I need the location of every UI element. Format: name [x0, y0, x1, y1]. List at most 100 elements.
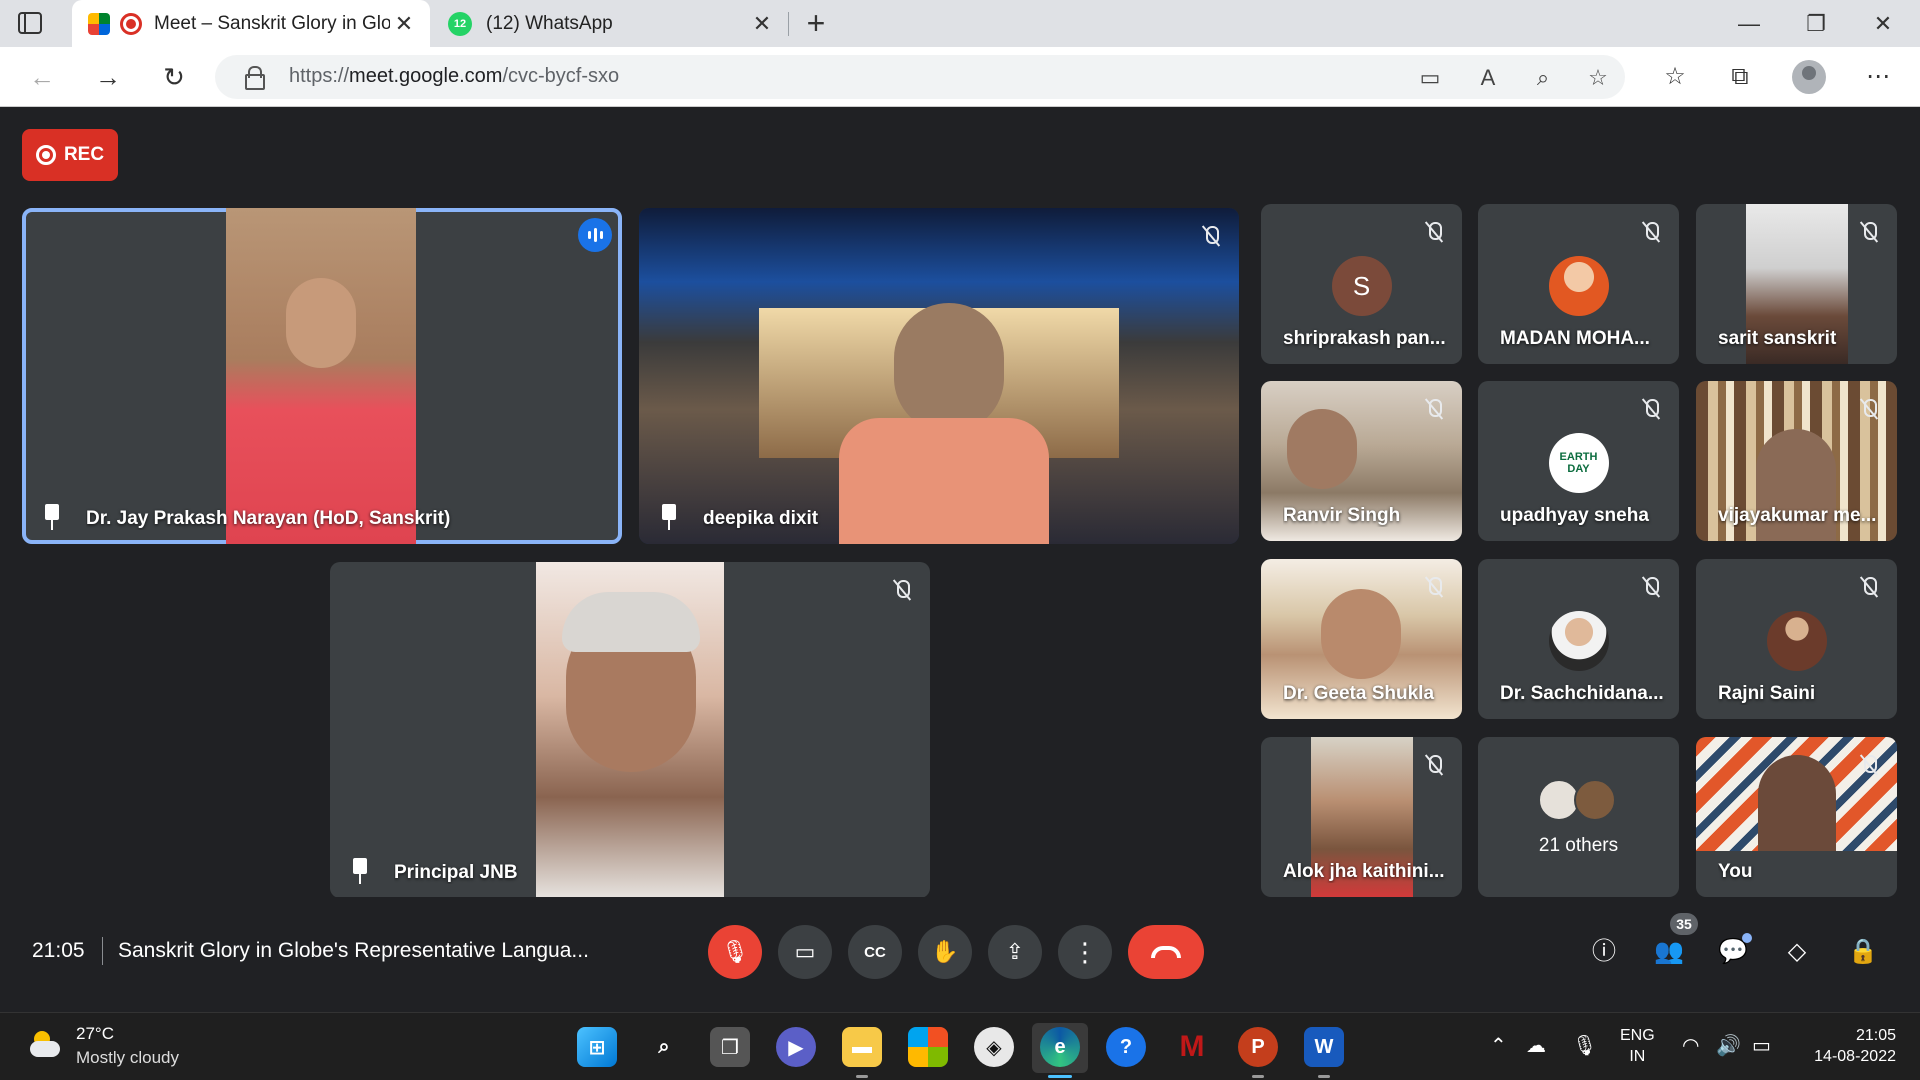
add-favorite-icon[interactable]: ☆: [1583, 63, 1613, 93]
battery-icon[interactable]: ▭: [1752, 1033, 1771, 1058]
pin-icon[interactable]: [657, 504, 681, 532]
url-input[interactable]: https://meet.google.com/cvc-bycf-sxo ▭ A…: [215, 55, 1625, 99]
raise-hand-button[interactable]: ✋: [918, 925, 972, 979]
camera-button[interactable]: ▭: [778, 925, 832, 979]
more-options-icon[interactable]: ⋯: [1858, 57, 1898, 97]
participant-name: shriprakash pan...: [1283, 328, 1446, 349]
participant-name: Alok jha kaithini...: [1283, 861, 1445, 882]
participant-name: Rajni Saini: [1718, 683, 1816, 704]
reload-icon[interactable]: ↻: [154, 57, 194, 97]
close-tab-icon[interactable]: ✕: [748, 11, 776, 37]
microsoft-store-icon[interactable]: [908, 1027, 948, 1067]
pin-icon[interactable]: [40, 504, 64, 532]
more-options-button[interactable]: ⋮: [1058, 925, 1112, 979]
participant-tile[interactable]: Dr. Geeta Shukla: [1261, 559, 1462, 719]
windows-taskbar: 27°C Mostly cloudy ⊞ ⌕ ❐ ▶ ▬ ◈ e ? M P W…: [0, 1012, 1920, 1080]
muted-mic-icon: [1855, 218, 1883, 246]
edge-browser-icon[interactable]: e: [1040, 1027, 1080, 1067]
profile-avatar[interactable]: [1792, 60, 1826, 94]
close-tab-icon[interactable]: ✕: [390, 11, 418, 37]
google-meet-favicon-icon: [88, 12, 110, 35]
favorites-icon[interactable]: ☆: [1655, 57, 1695, 97]
divider: [102, 937, 103, 965]
participant-tile[interactable]: S shriprakash pan...: [1261, 204, 1462, 364]
pin-icon[interactable]: [348, 858, 372, 886]
mcafee-icon[interactable]: M: [1172, 1027, 1212, 1067]
participant-tile[interactable]: Dr. Jay Prakash Narayan (HoD, Sanskrit): [22, 208, 622, 544]
show-hidden-icons-icon[interactable]: ⌃: [1490, 1033, 1507, 1058]
participant-name: Dr. Jay Prakash Narayan (HoD, Sanskrit): [86, 508, 451, 529]
avatar: [1766, 611, 1827, 671]
others-avatars: [1537, 779, 1620, 821]
muted-mic-icon: [1420, 751, 1448, 779]
hang-up-icon: [1151, 946, 1181, 958]
tab-title: (12) WhatsApp: [486, 12, 613, 34]
app-icon[interactable]: ◈: [974, 1027, 1014, 1067]
minimize-icon[interactable]: —: [1720, 0, 1778, 47]
participant-tile[interactable]: deepika dixit: [639, 208, 1239, 544]
powerpoint-icon[interactable]: P: [1238, 1027, 1278, 1067]
input-language[interactable]: ENG IN: [1620, 1025, 1655, 1067]
volume-icon[interactable]: 🔊: [1716, 1033, 1741, 1058]
task-view-icon[interactable]: ❐: [710, 1027, 750, 1067]
participant-tile[interactable]: vijayakumar me...: [1696, 381, 1897, 541]
people-count-badge: 35: [1670, 913, 1698, 935]
captions-button[interactable]: CC: [848, 925, 902, 979]
present-screen-button[interactable]: ⇪: [988, 925, 1042, 979]
avatar: [1573, 779, 1616, 821]
chat-notification-dot: [1742, 933, 1752, 943]
new-tab-icon[interactable]: +: [798, 4, 834, 42]
microphone-icon[interactable]: 🎙: [1572, 1033, 1597, 1058]
self-tile[interactable]: You: [1696, 737, 1897, 897]
onedrive-icon[interactable]: ☁: [1526, 1033, 1546, 1058]
host-controls-icon[interactable]: 🔒: [1844, 933, 1882, 971]
participant-tile[interactable]: Rajni Saini: [1696, 559, 1897, 719]
camera-in-use-icon[interactable]: ▭: [1415, 63, 1445, 93]
forward-icon[interactable]: →: [88, 57, 128, 97]
participant-name: deepika dixit: [703, 508, 819, 529]
back-icon[interactable]: ←: [22, 57, 62, 97]
participant-tile[interactable]: Alok jha kaithini...: [1261, 737, 1462, 897]
participant-tile[interactable]: sarit sanskrit: [1696, 204, 1897, 364]
muted-mic-icon: [1637, 395, 1665, 423]
close-window-icon[interactable]: ✕: [1854, 0, 1912, 47]
weather-icon[interactable]: [28, 1031, 62, 1059]
participant-name: upadhyay sneha: [1500, 505, 1649, 526]
weather-condition[interactable]: Mostly cloudy: [76, 1048, 179, 1068]
recording-indicator-icon: [120, 12, 142, 35]
meeting-info-icon[interactable]: ⓘ: [1585, 933, 1623, 971]
leave-call-button[interactable]: [1128, 925, 1204, 979]
participant-tile[interactable]: EARTH DAY upadhyay sneha: [1478, 381, 1679, 541]
temperature[interactable]: 27°C: [76, 1024, 114, 1044]
participant-tile[interactable]: MADAN MOHA...: [1478, 204, 1679, 364]
word-icon[interactable]: W: [1304, 1027, 1344, 1067]
participant-name: Dr. Sachchidana...: [1500, 683, 1664, 704]
people-icon[interactable]: 👥: [1650, 933, 1688, 971]
microphone-off-button[interactable]: 🎙: [708, 925, 762, 979]
tab-google-meet[interactable]: Meet – Sanskrit Glory in Globe's Represe…: [72, 0, 430, 47]
chat-app-icon[interactable]: ▶: [776, 1027, 816, 1067]
read-aloud-icon[interactable]: A: [1473, 63, 1503, 93]
others-tile[interactable]: 21 others: [1478, 737, 1679, 897]
start-icon[interactable]: ⊞: [577, 1027, 617, 1067]
tab-whatsapp[interactable]: 12 (12) WhatsApp ✕: [436, 0, 788, 47]
collections-icon[interactable]: ⧉: [1720, 57, 1760, 97]
zoom-icon[interactable]: ⌕: [1528, 63, 1558, 93]
participant-video: [536, 562, 724, 898]
activities-icon[interactable]: ◇: [1778, 933, 1816, 971]
participant-tile[interactable]: Dr. Sachchidana...: [1478, 559, 1679, 719]
file-explorer-icon[interactable]: ▬: [842, 1027, 882, 1067]
wifi-icon[interactable]: ◠: [1682, 1033, 1699, 1058]
participant-name: sarit sanskrit: [1718, 328, 1837, 349]
search-icon[interactable]: ⌕: [644, 1027, 684, 1067]
meeting-clock: 21:05: [32, 939, 85, 962]
participant-tile[interactable]: Principal JNB: [330, 562, 930, 898]
system-clock[interactable]: 21:05 14-08-2022: [1800, 1025, 1896, 1067]
muted-mic-icon: [1855, 751, 1883, 779]
restore-icon[interactable]: ❐: [1787, 0, 1845, 47]
get-help-icon[interactable]: ?: [1106, 1027, 1146, 1067]
speaking-indicator-icon: [578, 218, 612, 252]
participant-tile[interactable]: Ranvir Singh: [1261, 381, 1462, 541]
tab-actions-icon[interactable]: [18, 12, 42, 34]
lock-icon[interactable]: [245, 66, 265, 90]
